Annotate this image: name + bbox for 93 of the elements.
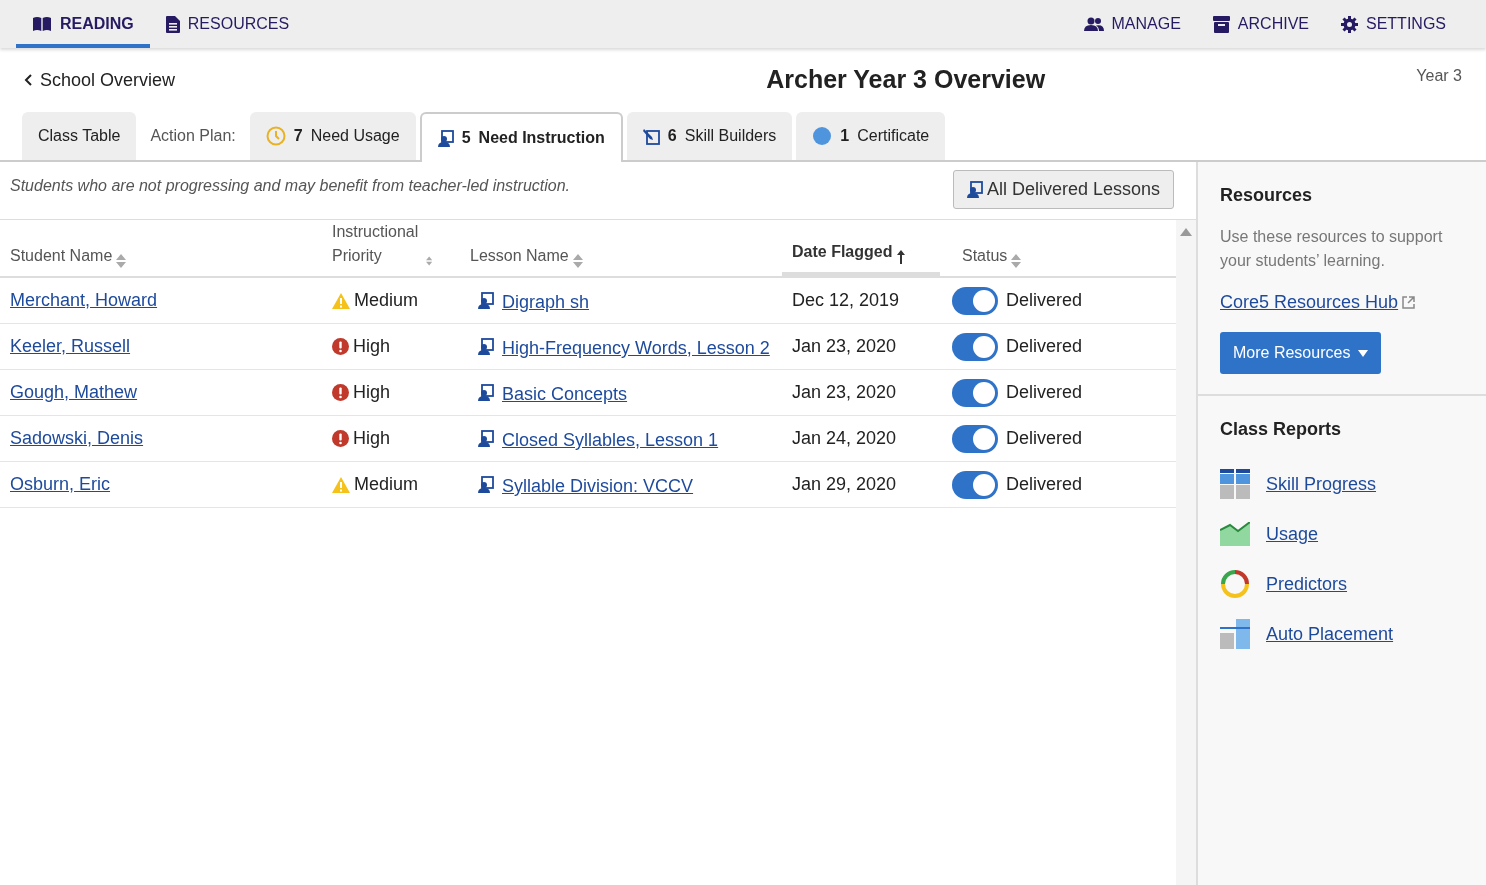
lesson-link[interactable]: Basic Concepts: [502, 381, 628, 408]
priority-text: High: [353, 427, 391, 450]
student-link[interactable]: Osburn, Eric: [10, 474, 111, 494]
nav-link[interactable]: SETTINGS: [1325, 0, 1462, 48]
back-link[interactable]: School Overview: [24, 66, 176, 94]
action-plan-tab[interactable]: 6 Skill Builders: [626, 112, 793, 160]
area-chart-icon: [1220, 522, 1250, 546]
sort-icon: [1011, 254, 1022, 268]
warning-icon: [332, 292, 350, 309]
placement-chart-icon: [1220, 619, 1250, 649]
delivered-toggle[interactable]: [952, 332, 998, 361]
teacher-icon: [478, 476, 494, 493]
archive-box-icon: [1212, 15, 1230, 33]
status-text: Delivered: [1006, 473, 1083, 496]
more-resources-button[interactable]: More Resources: [1220, 332, 1382, 374]
delivered-toggle[interactable]: [952, 470, 998, 499]
lesson-link[interactable]: High-Frequency Words, Lesson 2: [502, 335, 770, 362]
status-text: Delivered: [1006, 289, 1083, 312]
action-plan-tab[interactable]: 1 Certificate: [796, 112, 946, 160]
description-text: Students who are not progressing and may benefit from teacher-led instruction.: [10, 176, 570, 196]
alert-icon: [332, 384, 349, 401]
sort-icon: [116, 254, 127, 268]
student-link[interactable]: Merchant, Howard: [10, 290, 158, 310]
resources-hub-link[interactable]: Core5 Resources Hub: [1220, 289, 1416, 316]
status-text: Delivered: [1006, 427, 1083, 450]
date-cell-text: Jan 23, 2020: [791, 335, 898, 358]
delivered-toggle[interactable]: [952, 424, 998, 453]
column-header[interactable]: Lesson Name: [470, 244, 583, 268]
priority-text: Medium: [354, 289, 419, 312]
teacher-icon: [478, 384, 494, 401]
delivered-toggle[interactable]: [952, 378, 998, 407]
date-cell-text: Dec 12, 2019: [791, 289, 901, 312]
date-cell-text: Jan 23, 2020: [791, 381, 898, 404]
ring-chart-icon: [1220, 569, 1250, 599]
clock-icon: [265, 126, 286, 146]
student-link[interactable]: Gough, Mathew: [10, 382, 138, 402]
seal-icon: [812, 126, 833, 146]
column-header[interactable]: Student Name: [10, 244, 127, 268]
priority-text: High: [353, 381, 391, 404]
sort-ascending-icon: [896, 250, 907, 264]
report-link[interactable]: Predictors: [1266, 570, 1348, 598]
lesson-link[interactable]: Syllable Division: VCCV: [502, 473, 694, 500]
student-link[interactable]: Sadowski, Denis: [10, 428, 144, 448]
lesson-link[interactable]: Closed Syllables, Lesson 1: [502, 427, 719, 454]
scroll-up-icon[interactable]: [1180, 228, 1192, 236]
nav-tab[interactable]: READING: [16, 0, 150, 48]
book-icon: [32, 16, 52, 32]
people-icon: [1083, 17, 1104, 31]
sort-icon: [425, 254, 432, 268]
teacher-icon: [437, 129, 454, 147]
nav-link[interactable]: MANAGE: [1067, 0, 1197, 48]
teacher-icon: [966, 181, 983, 198]
resources-heading: Resources: [1220, 184, 1314, 207]
report-link[interactable]: Usage: [1266, 520, 1319, 548]
report-link[interactable]: Auto Placement: [1266, 620, 1394, 648]
alert-icon: [332, 430, 349, 447]
caret-icon: [1358, 349, 1369, 357]
action-plan-tab[interactable]: 5 Need Instruction: [419, 112, 623, 162]
action-plan-label: Action Plan:: [149, 126, 237, 146]
student-link[interactable]: Keeler, Russell: [10, 336, 131, 356]
warning-icon: [332, 476, 350, 493]
status-text: Delivered: [1006, 381, 1083, 404]
lesson-link[interactable]: Digraph sh: [502, 289, 590, 316]
external-link-icon: [1402, 296, 1416, 309]
status-text: Delivered: [1006, 335, 1083, 358]
chevron-left-icon: [24, 74, 32, 86]
column-header[interactable]: Status: [962, 244, 1022, 268]
nav-link[interactable]: ARCHIVE: [1196, 0, 1325, 48]
resources-description: Use these resources to support your students’ learning.: [1220, 227, 1444, 271]
action-plan-tab[interactable]: 7 Need Usage: [249, 112, 416, 160]
sort-icon: [572, 254, 583, 268]
column-header[interactable]: Instructional Priority: [332, 220, 432, 268]
settings-icon: [1341, 15, 1358, 33]
teacher-icon: [478, 430, 494, 447]
date-cell-text: Jan 29, 2020: [791, 473, 898, 496]
grid-chart-icon: [1220, 469, 1250, 499]
pencil-icon: [642, 127, 660, 145]
grade-label: Year 3: [1416, 66, 1462, 86]
column-header[interactable]: Date Flagged: [792, 240, 907, 264]
class-table-tab[interactable]: Class Table: [22, 112, 137, 160]
document-icon: [165, 15, 180, 33]
priority-text: High: [353, 335, 391, 358]
alert-icon: [332, 338, 349, 355]
teacher-icon: [478, 338, 494, 355]
teacher-icon: [478, 292, 494, 309]
date-cell-text: Jan 24, 2020: [791, 427, 898, 450]
all-delivered-lessons-button[interactable]: All Delivered Lessons: [952, 170, 1174, 209]
nav-tab[interactable]: RESOURCES: [149, 0, 306, 48]
class-reports-heading: Class Reports: [1220, 418, 1343, 441]
page-title: Archer Year 3 Overview: [766, 64, 1046, 96]
delivered-toggle[interactable]: [952, 286, 998, 315]
report-link[interactable]: Skill Progress: [1266, 470, 1377, 498]
priority-text: Medium: [354, 473, 419, 496]
